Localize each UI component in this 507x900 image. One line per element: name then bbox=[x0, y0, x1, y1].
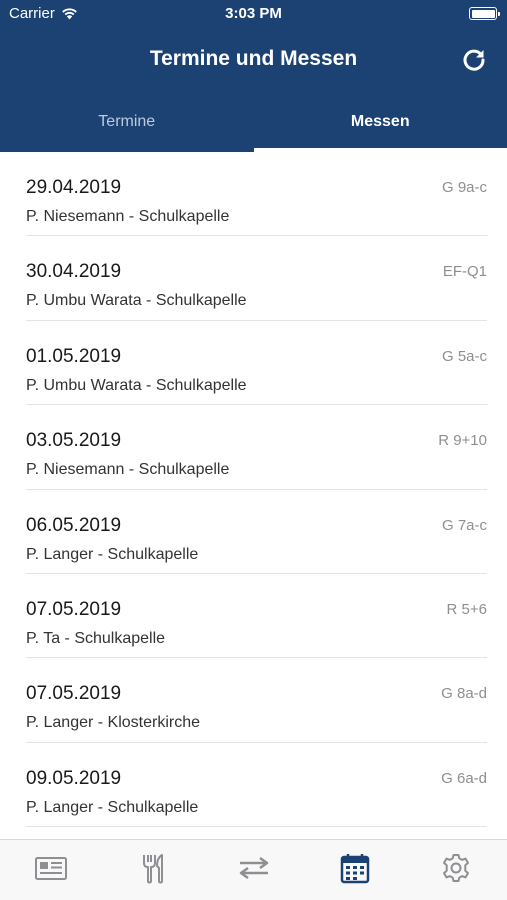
entry-group: G 5a-c bbox=[441, 347, 487, 365]
tab-messen[interactable]: Messen bbox=[253, 100, 507, 152]
entry-group: G 9a-c bbox=[441, 179, 487, 196]
entry-place: P. Niesemann - Schulkapelle bbox=[26, 208, 230, 225]
entry-place: P. Langer - Schulkapelle bbox=[26, 545, 199, 563]
swap-arrows-icon bbox=[239, 856, 268, 880]
list-item[interactable]: 09.05.2019 P. Langer - Schulkapelle G 6a… bbox=[26, 743, 487, 828]
entry-date: 07.05.2019 bbox=[26, 683, 122, 705]
list-item[interactable]: 01.05.2019 P. Umbu Warata - Schulkapelle… bbox=[26, 321, 487, 406]
gear-icon bbox=[443, 854, 470, 882]
entry-date: 06.05.2019 bbox=[26, 514, 122, 536]
tabbar-item-calendar[interactable] bbox=[304, 840, 405, 900]
page-title: Termine und Messen bbox=[149, 47, 358, 70]
segment-tabs: Termine Messen bbox=[0, 100, 507, 152]
status-bar: Carrier 3:03 PM bbox=[0, 0, 507, 28]
entry-group: EF-Q1 bbox=[442, 263, 487, 281]
bottom-tab-bar bbox=[0, 839, 507, 900]
entry-date: 07.05.2019 bbox=[26, 598, 122, 620]
mass-list: 29.04.2019 P. Niesemann - Schulkapelle G… bbox=[0, 152, 507, 839]
entry-place: P. Umbu Warata - Schulkapelle bbox=[26, 376, 247, 394]
newspaper-icon bbox=[34, 857, 67, 880]
calendar-icon bbox=[340, 854, 370, 884]
list-item[interactable]: 30.04.2019 P. Umbu Warata - Schulkapelle… bbox=[26, 236, 487, 321]
entry-group: G 8a-d bbox=[441, 685, 487, 703]
list-item[interactable]: 03.05.2019 P. Niesemann - Schulkapelle R… bbox=[26, 405, 487, 490]
entry-place: P. Ta - Schulkapelle bbox=[26, 629, 166, 647]
tabbar-item-settings[interactable] bbox=[406, 840, 507, 900]
tab-termine-label: Termine bbox=[98, 113, 156, 130]
tabbar-item-news[interactable] bbox=[0, 840, 101, 900]
list-item[interactable]: 07.05.2019 P. Langer - Klosterkirche G 8… bbox=[26, 658, 487, 743]
header-bar: Carrier 3:03 PM Termine und Messen Termi… bbox=[0, 0, 507, 152]
entry-place: P. Niesemann - Schulkapelle bbox=[26, 461, 230, 479]
list-item[interactable]: 29.04.2019 P. Niesemann - Schulkapelle G… bbox=[26, 152, 487, 237]
entry-date: 03.05.2019 bbox=[26, 430, 122, 452]
entry-group: G 6a-d bbox=[441, 769, 487, 787]
entry-place: P. Langer - Schulkapelle bbox=[26, 798, 199, 816]
entry-group: R 9+10 bbox=[438, 432, 487, 450]
tabbar-item-food[interactable] bbox=[101, 840, 202, 900]
tab-termine[interactable]: Termine bbox=[0, 100, 254, 152]
status-time: 3:03 PM bbox=[225, 5, 282, 22]
fork-knife-icon bbox=[143, 854, 164, 884]
entry-group: R 5+6 bbox=[446, 600, 487, 618]
tabbar-item-substitutions[interactable] bbox=[203, 840, 304, 900]
list-item[interactable]: 06.05.2019 P. Langer - Schulkapelle G 7a… bbox=[26, 490, 487, 574]
list-item[interactable]: 07.05.2019 P. Ta - Schulkapelle R 5+6 bbox=[26, 574, 487, 659]
entry-date: 30.04.2019 bbox=[26, 261, 122, 283]
refresh-icon[interactable] bbox=[461, 47, 487, 73]
entry-date: 09.05.2019 bbox=[26, 767, 122, 789]
entry-place: P. Umbu Warata - Schulkapelle bbox=[26, 292, 247, 310]
entry-date: 29.04.2019 bbox=[26, 177, 122, 198]
entry-date: 01.05.2019 bbox=[26, 345, 122, 367]
entry-place: P. Langer - Klosterkirche bbox=[26, 714, 201, 732]
entry-group: G 7a-c bbox=[441, 516, 487, 534]
battery-icon bbox=[469, 7, 500, 20]
tab-messen-label: Messen bbox=[350, 113, 410, 130]
